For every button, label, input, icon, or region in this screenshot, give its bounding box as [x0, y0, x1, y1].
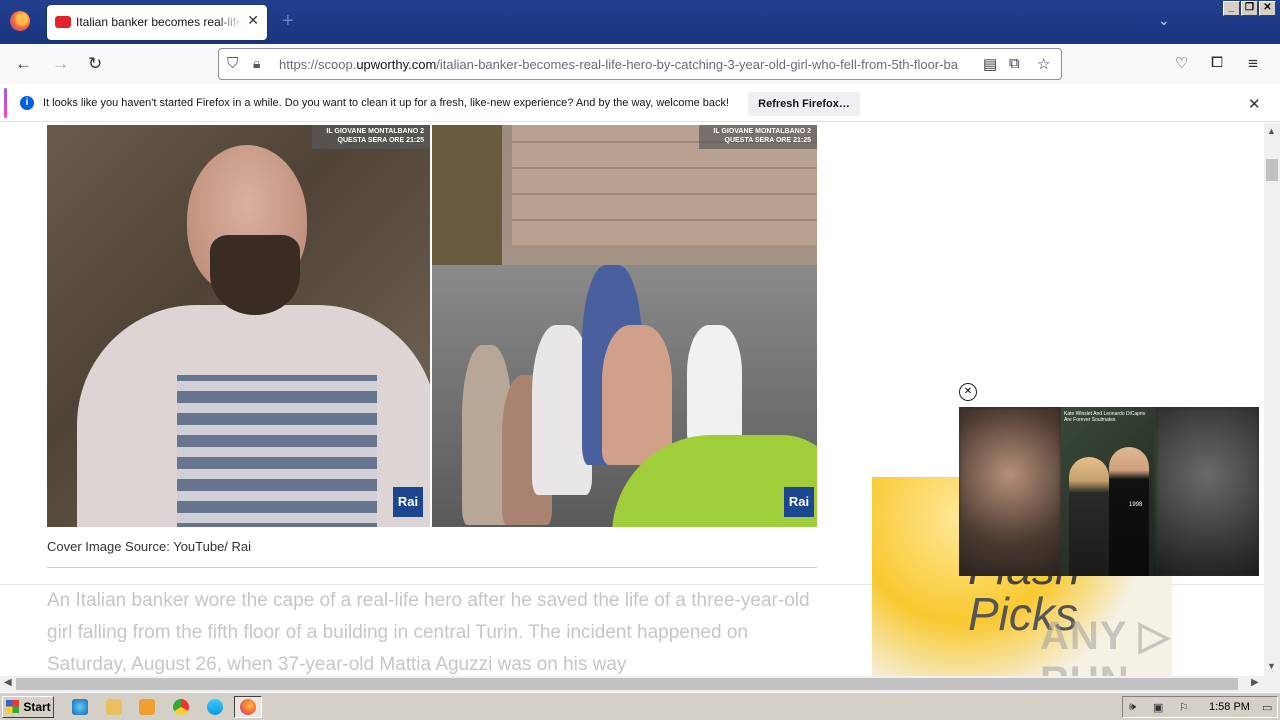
rai-logo: Rai — [784, 487, 814, 517]
reload-icon[interactable]: ↻ — [88, 54, 102, 74]
banker-portrait-image: IL GIOVANE MONTALBANO 2 QUESTA SERA ORE … — [47, 125, 430, 527]
notification-accent — [4, 88, 7, 118]
window-controls: _ ❐ ✕ — [1223, 1, 1276, 16]
tab-bar: Italian banker becomes real-life hero by… — [0, 0, 1280, 44]
scroll-corner — [1264, 676, 1280, 692]
firefox-icon — [240, 699, 256, 715]
bookmark-star-icon[interactable]: ☆ — [1037, 55, 1050, 73]
tab-active[interactable]: Italian banker becomes real-life hero by… — [47, 5, 267, 40]
volume-icon[interactable]: 🕪︎ — [1129, 701, 1136, 714]
start-label: Start — [23, 699, 51, 714]
lock-icon[interactable]: 🔒︎ — [253, 55, 260, 72]
system-tray: 🕪︎ ▣ ⚐ 1:58 PM — [1122, 696, 1278, 718]
divider — [47, 567, 817, 568]
refresh-firefox-button[interactable]: Refresh Firefox… — [748, 92, 860, 116]
video-title: Kate Winslet And Leonardo DiCaprio Are F… — [1064, 411, 1146, 423]
upworthy-favicon-icon — [55, 16, 71, 28]
scroll-down-icon[interactable]: ▼ — [1267, 661, 1276, 671]
forward-arrow-icon[interactable]: → — [52, 54, 69, 74]
nav-bar: ← → ↻ ⛉ 🔒︎ https://scoop.upworthy.com/it… — [0, 44, 1280, 84]
video-blur-left — [959, 407, 1061, 576]
close-window-button[interactable]: ✕ — [1259, 1, 1276, 16]
back-arrow-icon[interactable]: ← — [15, 54, 32, 74]
network-icon[interactable]: ▣ — [1153, 701, 1163, 714]
cover-image: IL GIOVANE MONTALBANO 2 QUESTA SERA ORE … — [47, 125, 817, 527]
extensions-icon[interactable]: ⧠ — [1211, 54, 1223, 71]
image-caption: Cover Image Source: YouTube/ Rai — [47, 539, 252, 554]
rai-logo: Rai — [393, 487, 423, 517]
floating-video-player[interactable]: Kate Winslet And Leonardo DiCaprio Are F… — [959, 407, 1259, 576]
list-tabs-chevron-icon[interactable]: ⌄ — [1158, 12, 1170, 29]
image-overlay-label: IL GIOVANE MONTALBANO 2 QUESTA SERA ORE … — [699, 125, 817, 149]
clock: 1:58 PM — [1209, 701, 1250, 713]
firefox-logo-icon[interactable] — [10, 11, 30, 31]
scroll-up-icon[interactable]: ▲ — [1267, 126, 1276, 136]
anyrun-watermark: ANY ▷ RUN — [1040, 614, 1171, 676]
tab-close-icon[interactable]: ✕ — [247, 12, 259, 29]
edge-icon[interactable] — [207, 699, 223, 715]
horizontal-scroll-thumb[interactable] — [16, 678, 1238, 690]
notification-close-icon[interactable]: ✕ — [1248, 95, 1261, 113]
beard-shape — [210, 235, 300, 315]
flag-icon[interactable]: ⚐ — [1179, 701, 1189, 714]
tab-title: Italian banker becomes real-life hero by… — [76, 15, 242, 29]
video-figure — [1109, 447, 1149, 576]
reader-view-icon[interactable]: ▤ — [983, 55, 997, 73]
restore-button[interactable]: ❐ — [1241, 1, 1258, 16]
scroll-left-icon[interactable]: ◀ — [4, 677, 12, 688]
bystander-figure — [687, 325, 742, 445]
vertical-scrollbar[interactable]: ▲ ▼ — [1264, 123, 1280, 676]
show-desktop-icon[interactable]: ▭ — [1262, 701, 1272, 714]
chrome-icon[interactable] — [173, 699, 189, 715]
article-body: An Italian banker wore the cape of a rea… — [47, 590, 810, 675]
vertical-scroll-thumb[interactable] — [1266, 159, 1278, 181]
taskbar: Start 🕪︎ ▣ ⚐ 1:58 PM ▭ — [0, 692, 1280, 720]
menu-icon[interactable]: ≡ — [1248, 54, 1258, 74]
bystander-figure — [602, 325, 672, 465]
url-text[interactable]: https://scoop.upworthy.com/italian-banke… — [279, 57, 973, 72]
video-close-icon[interactable]: ✕ — [959, 383, 977, 401]
doorway — [432, 125, 502, 265]
scroll-right-icon[interactable]: ▶ — [1251, 677, 1259, 688]
new-tab-button[interactable]: + — [282, 10, 294, 33]
pocket-icon[interactable]: ♡ — [1175, 54, 1188, 72]
media-player-icon[interactable] — [139, 699, 155, 715]
start-button[interactable]: Start — [2, 696, 54, 718]
firefox-taskbar-button[interactable] — [234, 696, 262, 718]
video-year: 1998 — [1129, 502, 1143, 508]
windows-flag-icon — [6, 700, 19, 713]
page-content: IL GIOVANE MONTALBANO 2 QUESTA SERA ORE … — [0, 123, 1264, 676]
video-blur-right — [1156, 407, 1259, 576]
minimize-button[interactable]: _ — [1223, 1, 1240, 16]
info-icon: i — [20, 96, 34, 110]
translate-icon[interactable]: ⧉ — [1009, 55, 1020, 72]
image-overlay-label: IL GIOVANE MONTALBANO 2 QUESTA SERA ORE … — [312, 125, 430, 149]
notification-text: It looks like you haven't started Firefo… — [43, 97, 730, 109]
horizontal-scrollbar[interactable]: ◀ ▶ — [0, 676, 1264, 692]
shield-icon[interactable]: ⛉ — [227, 55, 238, 72]
notification-bar: i It looks like you haven't started Fire… — [0, 86, 1280, 122]
video-figure — [1069, 457, 1109, 576]
ie-icon[interactable] — [72, 699, 88, 715]
shirt-flag-print — [177, 375, 377, 527]
url-bar[interactable]: ⛉ 🔒︎ https://scoop.upworthy.com/italian-… — [218, 48, 1062, 80]
street-scene-image: IL GIOVANE MONTALBANO 2 QUESTA SERA ORE … — [432, 125, 817, 527]
folder-icon[interactable] — [106, 699, 122, 715]
